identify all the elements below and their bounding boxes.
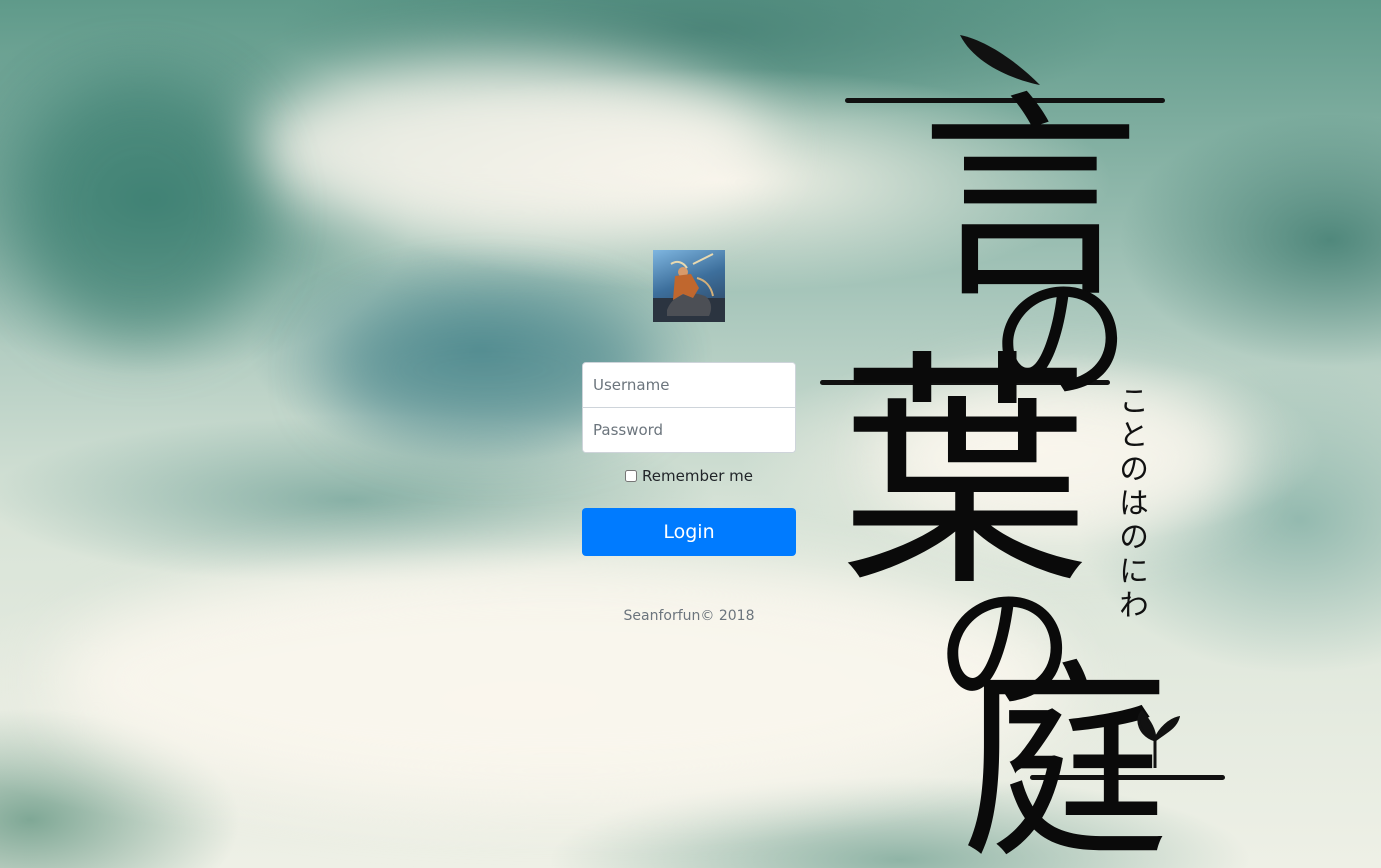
remember-me-label: Remember me [642, 467, 753, 485]
warrior-avatar-icon [653, 253, 725, 322]
cloud [20, 80, 260, 340]
login-button[interactable]: Login [582, 508, 796, 556]
cloud [250, 60, 770, 240]
username-input[interactable] [583, 363, 795, 407]
credentials-group [582, 362, 796, 453]
login-form: Remember me Login Seanforfun© 2018 [582, 250, 796, 624]
sprout-icon [1137, 710, 1180, 768]
remember-me-checkbox[interactable] [625, 470, 638, 482]
kotonoha-title-art: 言 の 葉 の 庭 ことのはのにわ [800, 20, 1260, 868]
title-char-ha: 葉 [840, 329, 1090, 620]
footer-copyright: Seanforfun© 2018 [623, 608, 755, 624]
remember-me[interactable]: Remember me [582, 467, 796, 485]
avatar [653, 250, 725, 322]
password-input[interactable] [583, 408, 795, 452]
title-furigana: ことのはのにわ [1113, 385, 1148, 623]
